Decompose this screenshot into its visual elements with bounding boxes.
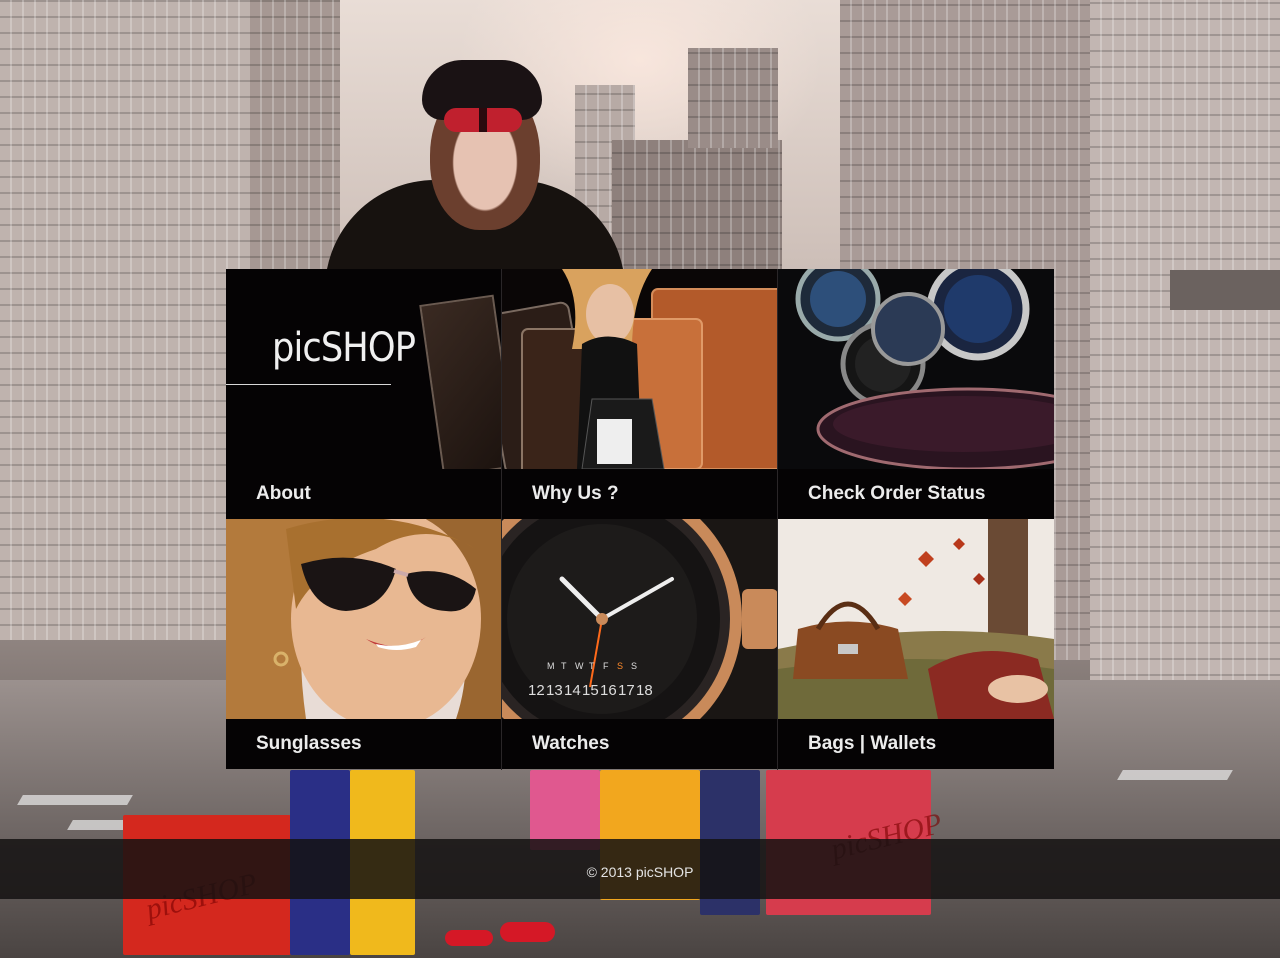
watch-day-letter: W: [575, 661, 584, 671]
wallet-image-edge: [419, 294, 502, 469]
wallets-model-illustration: [502, 269, 778, 469]
tile-label-why-us[interactable]: Why Us ?: [502, 469, 778, 519]
building-right: [1090, 0, 1280, 690]
building-left: [0, 0, 250, 640]
watch-date-number: 14: [564, 682, 581, 699]
footer: © 2013 picSHOP: [0, 839, 1280, 899]
bags-model-illustration: [778, 519, 1054, 719]
bags-model-image: [778, 519, 1054, 719]
watch-date-number: 13: [546, 682, 563, 699]
logo[interactable]: picSHOP: [272, 325, 416, 371]
watches-sunglasses-image: [778, 269, 1054, 469]
tile-watches[interactable]: MTWTFSS 12 13 14 15 16 17 18 Watches: [502, 519, 778, 769]
crosswalk-stripe: [1117, 770, 1233, 780]
logo-area: picSHOP: [226, 269, 502, 469]
red-shoe-right: [500, 922, 555, 942]
column-divider: [777, 269, 778, 770]
building-center: [612, 140, 782, 280]
watch-date-number: 16: [600, 682, 617, 699]
tile-label-watches[interactable]: Watches: [502, 719, 778, 769]
watch-day-letter: T: [561, 661, 567, 671]
tile-label-sunglasses[interactable]: Sunglasses: [226, 719, 502, 769]
watch-date-number: 17: [618, 682, 635, 699]
building-right-shadow: [1170, 270, 1280, 310]
wallets-model-image: [502, 269, 778, 469]
crosswalk-stripe: [17, 795, 133, 805]
watch-date-ring: 12 13 14 15 16 17 18: [528, 682, 653, 699]
watch-image: MTWTFSS 12 13 14 15 16 17 18: [502, 519, 778, 719]
tile-check-order-status[interactable]: Check Order Status: [778, 269, 1054, 519]
tile-about[interactable]: picSHOP About: [226, 269, 502, 519]
red-shoe-left: [445, 930, 493, 946]
tile-sunglasses[interactable]: Sunglasses: [226, 519, 502, 769]
watches-illustration: [795, 269, 1054, 469]
logo-underline: [226, 384, 391, 385]
tile-label-bags-wallets[interactable]: Bags | Wallets: [778, 719, 1054, 769]
column-divider: [501, 269, 502, 770]
shopping-bag-pink: [530, 770, 600, 850]
tile-label-check-order-status[interactable]: Check Order Status: [778, 469, 1054, 519]
tile-bags-wallets[interactable]: Bags | Wallets: [778, 519, 1054, 769]
watch-date-number: 18: [636, 682, 653, 699]
watch-illustration: MTWTFSS 12 13 14 15 16 17 18: [502, 519, 778, 719]
tile-why-us[interactable]: Why Us ?: [502, 269, 778, 519]
watch-day-letter: F: [603, 661, 609, 671]
watch-date-number: 15: [582, 682, 599, 699]
building-center-top: [688, 48, 778, 148]
model-sunglasses: [444, 108, 522, 132]
copyright-text: © 2013 picSHOP: [586, 864, 694, 880]
sunglasses-model-image: [226, 519, 502, 719]
watch-day-letter: S: [617, 661, 623, 671]
watch-day-letter: S: [631, 661, 637, 671]
watch-date-number: 12: [528, 682, 545, 699]
main-grid: picSHOP About Why Us ? Check Order Statu…: [226, 269, 1054, 770]
watch-day-letter: T: [589, 661, 595, 671]
tile-label-about[interactable]: About: [226, 469, 502, 519]
watch-day-letter: M: [547, 661, 555, 671]
sunglasses-model-illustration: [226, 519, 502, 719]
